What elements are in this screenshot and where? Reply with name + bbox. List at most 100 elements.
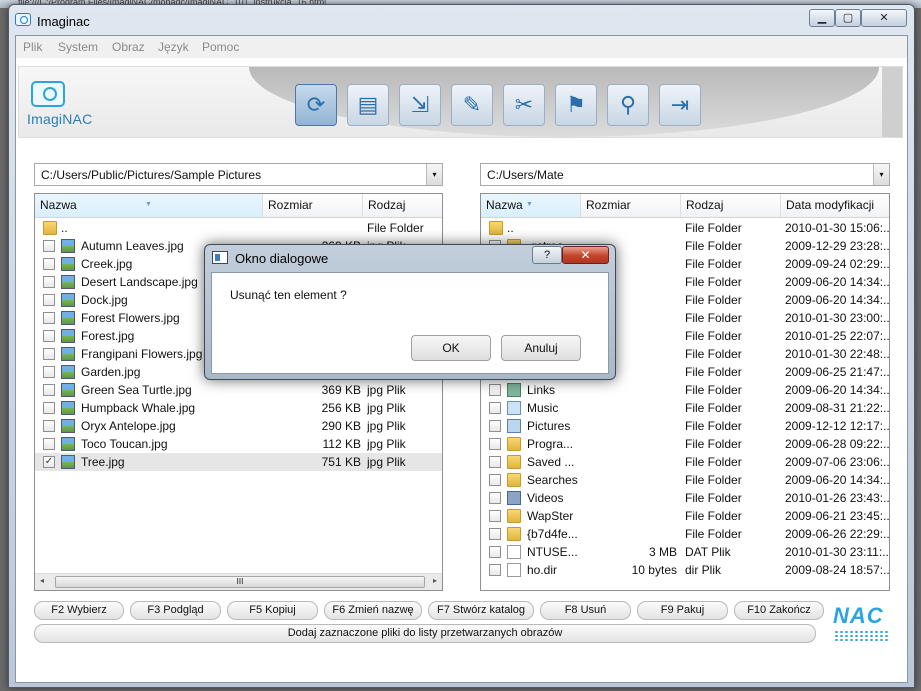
file-row[interactable]: Pictures File Folder 2009-12-12 12:17:... [481, 417, 889, 435]
nac-logo-dots [834, 630, 888, 642]
horizontal-scrollbar[interactable]: ◂ III ▸ [35, 573, 442, 590]
row-checkbox[interactable] [43, 276, 55, 288]
row-checkbox[interactable] [43, 366, 55, 378]
right-path-combo[interactable]: C:/Users/Mate ▾ [480, 163, 890, 186]
file-row[interactable]: .. File Folder 2010-01-30 15:06:... [481, 219, 889, 237]
cancel-button[interactable]: Anuluj [501, 335, 581, 361]
file-row[interactable]: {b7d4fe... File Folder 2009-06-26 22:29:..… [481, 525, 889, 543]
cell-date: 2009-12-29 23:28:... [785, 239, 889, 253]
menu-jezyk[interactable]: Język [158, 40, 189, 54]
row-checkbox[interactable] [489, 420, 501, 432]
f10-exit-button[interactable]: F10 Zakończ [734, 601, 824, 620]
file-row[interactable]: Videos File Folder 2010-01-26 23:43:... [481, 489, 889, 507]
row-checkbox[interactable] [489, 546, 501, 558]
file-row[interactable]: ✓ Tree.jpg 751 KB jpg Plik [35, 453, 442, 471]
row-checkbox[interactable]: ✓ [43, 456, 55, 468]
crop-tool-button[interactable]: ✂ [503, 84, 545, 126]
f5-copy-button[interactable]: F5 Kopiuj [227, 601, 318, 620]
image-file-icon [61, 437, 75, 451]
help-button[interactable]: ? [532, 246, 562, 264]
row-checkbox[interactable] [43, 240, 55, 252]
row-checkbox[interactable] [43, 348, 55, 360]
f8-delete-button[interactable]: F8 Usuń [540, 601, 631, 620]
scroll-thumb[interactable]: III [55, 576, 425, 588]
column-header-rodzaj[interactable]: Rodzaj [681, 194, 781, 217]
chevron-down-icon[interactable]: ▾ [426, 164, 442, 185]
close-button[interactable]: ✕ [861, 9, 907, 27]
f7-create-folder-button[interactable]: F7 Stwórz katalog [428, 601, 534, 620]
row-checkbox[interactable] [489, 402, 501, 414]
file-row[interactable]: Progra... File Folder 2009-06-28 09:22:... [481, 435, 889, 453]
row-checkbox[interactable] [489, 456, 501, 468]
column-header-data[interactable]: Data modyfikacji [781, 194, 889, 217]
column-header-rozmiar[interactable]: Rozmiar [581, 194, 681, 217]
ok-button[interactable]: OK [411, 335, 491, 361]
column-header-rodzaj[interactable]: Rodzaj [363, 194, 442, 217]
file-row[interactable]: WapSter File Folder 2009-06-21 23:45:... [481, 507, 889, 525]
column-header-rozmiar[interactable]: Rozmiar [263, 194, 363, 217]
row-checkbox[interactable] [489, 492, 501, 504]
row-checkbox[interactable] [43, 420, 55, 432]
row-checkbox[interactable] [43, 402, 55, 414]
row-checkbox[interactable] [489, 474, 501, 486]
file-row[interactable]: Humpback Whale.jpg 256 KB jpg Plik [35, 399, 442, 417]
menu-obraz[interactable]: Obraz [112, 40, 145, 54]
add-selected-files-button[interactable]: Dodaj zaznaczone pliki do listy przetwar… [34, 624, 816, 643]
list-tool-button[interactable]: ▤ [347, 84, 389, 126]
file-row[interactable]: Saved ... File Folder 2009-07-06 23:06:... [481, 453, 889, 471]
row-checkbox[interactable] [489, 528, 501, 540]
magnifier-tool-button[interactable]: ⚲ [607, 84, 649, 126]
file-row[interactable]: Green Sea Turtle.jpg 369 KB jpg Plik [35, 381, 442, 399]
cell-size: 751 KB [321, 455, 361, 469]
file-row[interactable]: Oryx Antelope.jpg 290 KB jpg Plik [35, 417, 442, 435]
column-header-nazwa[interactable]: Nazwa ▼ [35, 194, 263, 217]
cell-size: 369 KB [321, 383, 361, 397]
cell-type: File Folder [685, 329, 742, 343]
f2-select-button[interactable]: F2 Wybierz [34, 601, 124, 620]
paint-tool-button[interactable]: ✎ [451, 84, 493, 126]
f9-pack-button[interactable]: F9 Pakuj [637, 601, 728, 620]
folder-folder-icon [507, 473, 521, 487]
scroll-left-icon[interactable]: ◂ [40, 576, 44, 585]
folder-folder-icon [507, 509, 521, 523]
menu-plik[interactable]: Plik [23, 40, 42, 54]
file-row[interactable]: Links File Folder 2009-06-20 14:34:... [481, 381, 889, 399]
column-header-nazwa[interactable]: Nazwa ▼ [481, 194, 581, 217]
row-checkbox[interactable] [489, 510, 501, 522]
menu-pomoc[interactable]: Pomoc [202, 40, 239, 54]
refresh-tool-button[interactable]: ⟳ [295, 84, 337, 126]
row-checkbox[interactable] [43, 258, 55, 270]
maximize-button[interactable]: ▢ [835, 9, 861, 27]
menu-system[interactable]: System [58, 40, 98, 54]
file-row[interactable]: Searches File Folder 2009-06-20 14:34:... [481, 471, 889, 489]
cell-date: 2009-06-21 23:45:... [785, 509, 889, 523]
row-checkbox[interactable] [489, 438, 501, 450]
file-row[interactable]: Toco Toucan.jpg 112 KB jpg Plik [35, 435, 442, 453]
resize-tool-button[interactable]: ⇲ [399, 84, 441, 126]
bookmark-tool-button[interactable]: ⚑ [555, 84, 597, 126]
row-checkbox[interactable] [43, 312, 55, 324]
cell-type: File Folder [685, 257, 742, 271]
minimize-button[interactable]: ▁ [809, 9, 835, 27]
f6-rename-button[interactable]: F6 Zmień nazwę [324, 601, 422, 620]
chevron-down-icon[interactable]: ▾ [873, 164, 889, 185]
file-row[interactable]: NTUSE... 3 MB DAT Plik 2010-01-30 23:11:... [481, 543, 889, 561]
file-row[interactable]: .. File Folder [35, 219, 442, 237]
f3-preview-button[interactable]: F3 Podgląd [130, 601, 221, 620]
folder-folder-icon [507, 455, 521, 469]
image-file-icon [61, 383, 75, 397]
cell-name: NTUSE... [527, 545, 578, 559]
row-checkbox[interactable] [43, 330, 55, 342]
row-checkbox[interactable] [43, 294, 55, 306]
row-checkbox[interactable] [489, 384, 501, 396]
bookmark-icon: ⚑ [566, 92, 586, 117]
file-row[interactable]: Music File Folder 2009-08-31 21:22:... [481, 399, 889, 417]
row-checkbox[interactable] [489, 564, 501, 576]
row-checkbox[interactable] [43, 438, 55, 450]
file-row[interactable]: ho.dir 10 bytes dir Plik 2009-08-24 18:57:.… [481, 561, 889, 579]
exit-tool-button[interactable]: ⇥ [659, 84, 701, 126]
left-path-combo[interactable]: C:/Users/Public/Pictures/Sample Pictures… [34, 163, 443, 186]
dialog-close-button[interactable]: ✕ [562, 246, 609, 264]
scroll-right-icon[interactable]: ▸ [433, 576, 437, 585]
row-checkbox[interactable] [43, 384, 55, 396]
